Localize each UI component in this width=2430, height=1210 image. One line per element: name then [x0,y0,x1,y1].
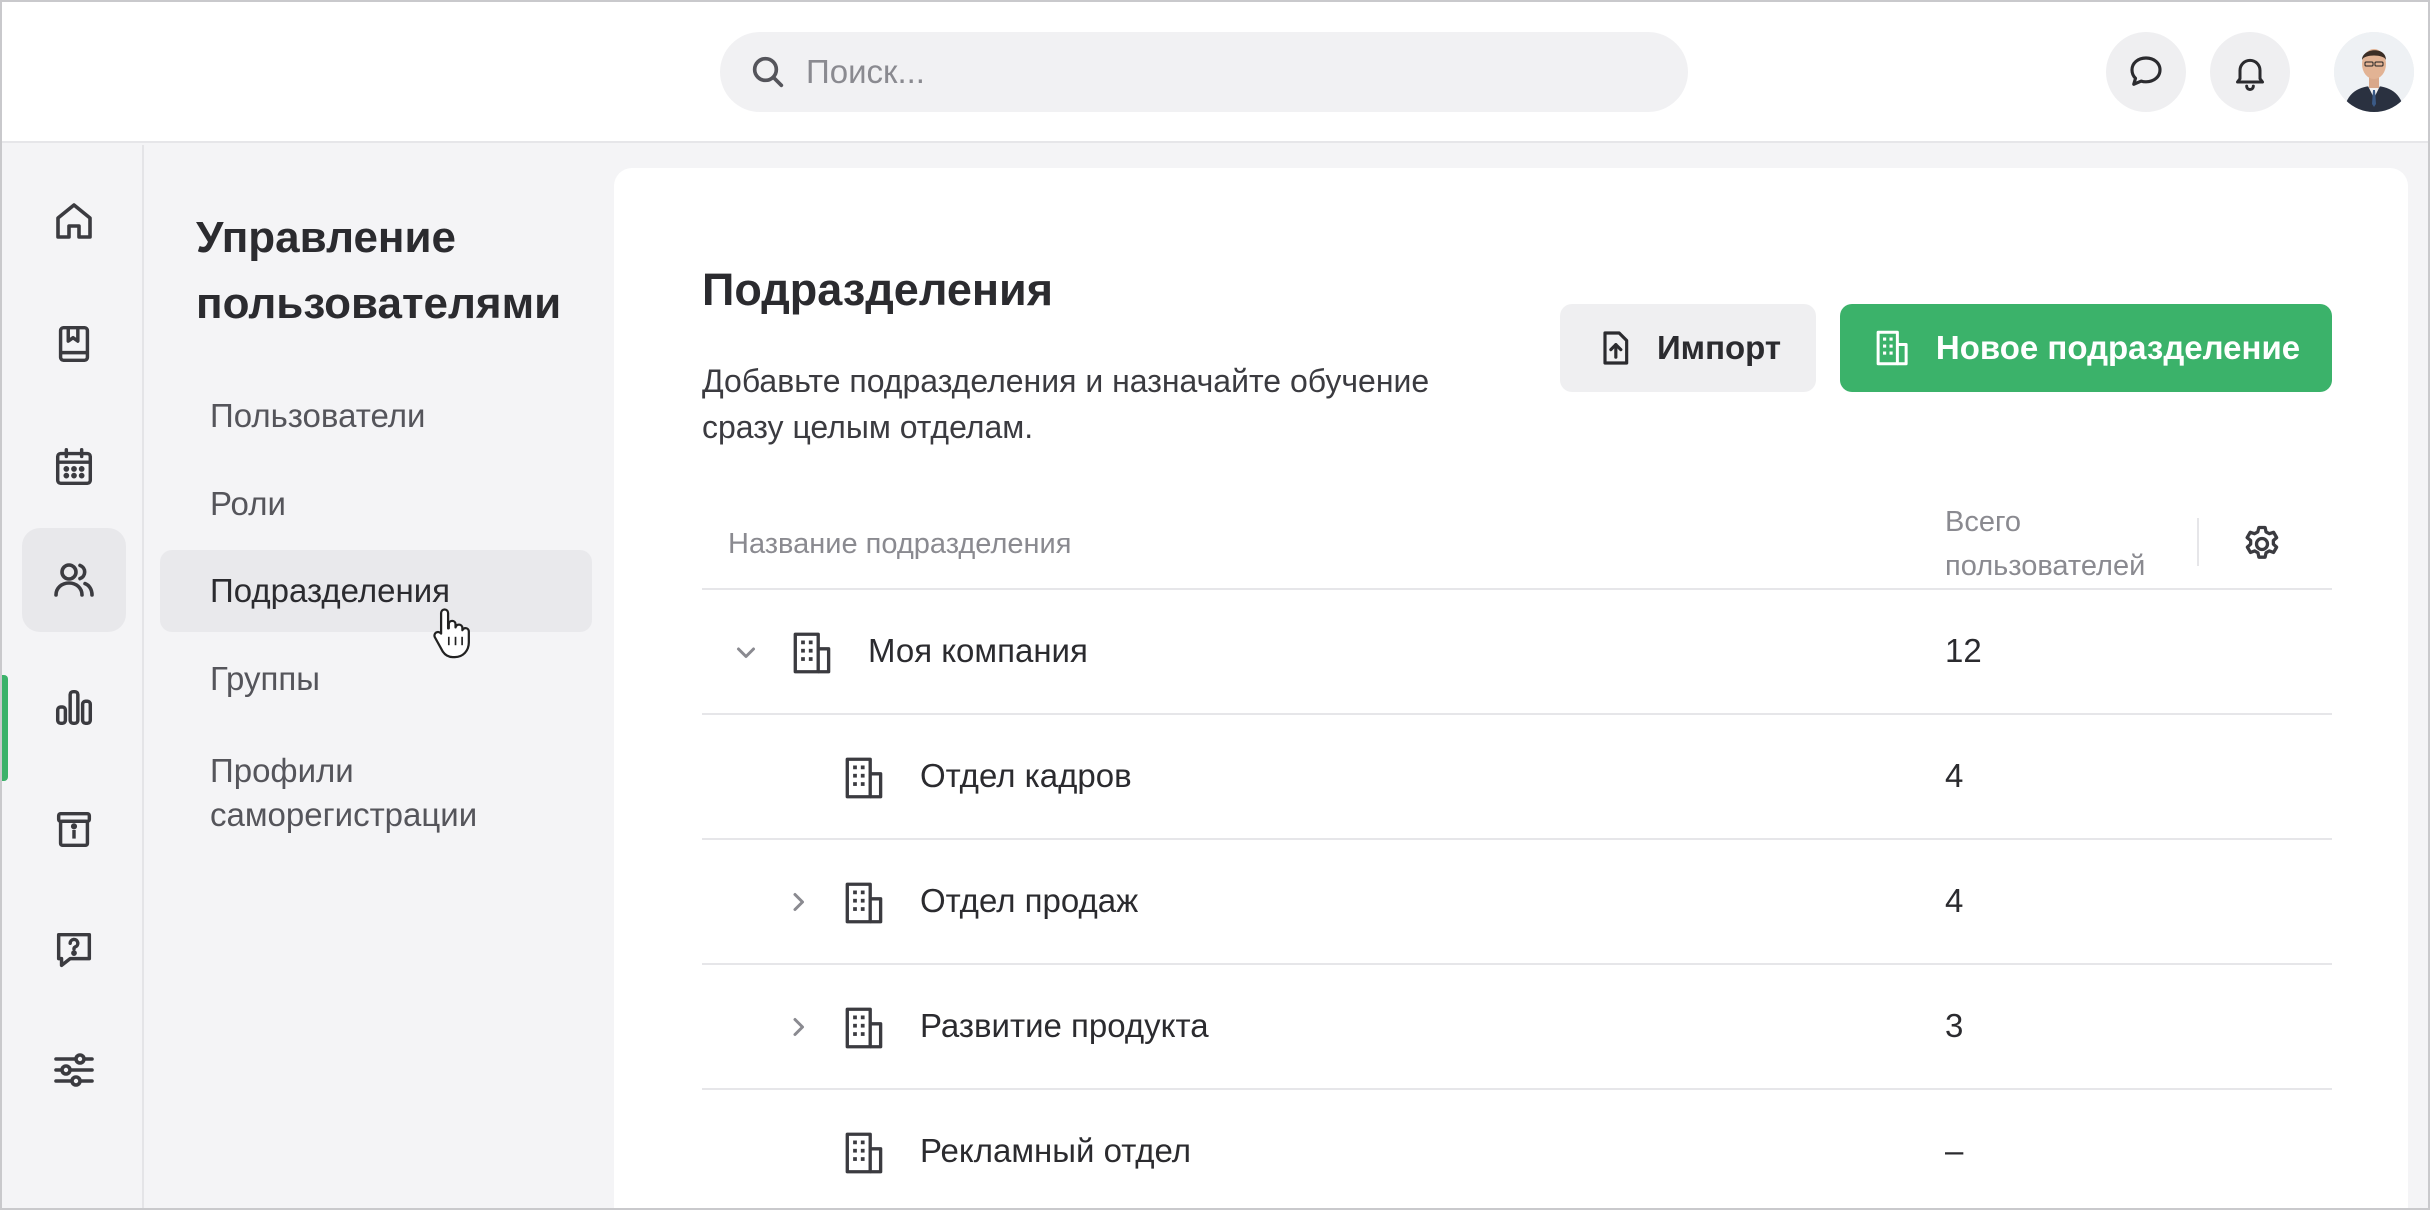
nav-item-groups[interactable]: Группы [160,638,592,720]
table-header: Название подразделения Всего пользовател… [702,498,2332,590]
new-department-button[interactable]: Новое подразделение [1840,304,2332,392]
notifications-button[interactable] [2210,32,2290,112]
department-count: 12 [1945,632,1982,669]
rail-courses[interactable] [22,292,126,396]
upload-file-icon [1603,331,1629,365]
chevron-down-icon[interactable] [728,634,764,670]
chevron-right-icon[interactable] [780,884,816,920]
department-count: 4 [1945,757,1964,794]
rail-settings[interactable] [22,1018,126,1122]
column-divider [2197,518,2199,566]
department-name: Развитие продукта [920,1007,1209,1044]
nav-item-departments[interactable]: Подразделения [160,550,592,632]
nav-item-users[interactable]: Пользователи [160,375,592,457]
column-header-count[interactable]: Всего пользователей [1945,500,2175,588]
chevron-right-icon[interactable] [780,1009,816,1045]
department-name: Отдел кадров [920,757,1132,794]
departments-table: Название подразделения Всего пользовател… [702,498,2332,1210]
nav-item-roles[interactable]: Роли [160,463,592,545]
table-row[interactable]: Рекламный отдел – [702,1090,2332,1210]
rail-home[interactable] [22,169,126,273]
chart-icon [55,689,93,726]
top-bar [0,0,2430,143]
calendar-icon [55,448,93,486]
search-icon [752,56,784,88]
page-title: Подразделения [702,264,1053,315]
nav-item-label: Роли [210,485,286,522]
book-icon [58,325,90,363]
new-department-button-label: Новое подразделение [1935,329,2301,366]
nav-item-self-registration[interactable]: Профили саморегистрации [160,743,592,839]
info-box-icon [56,811,92,848]
building-icon [845,757,883,799]
table-row[interactable]: Моя компания 12 [702,590,2332,715]
main-card: Подразделения Добавьте подразделения и н… [614,168,2408,1210]
building-icon [845,1007,883,1049]
department-name: Моя компания [868,632,1088,669]
rail-calendar[interactable] [22,415,126,519]
table-row[interactable]: Отдел продаж 4 [702,840,2332,965]
import-button-label: Импорт [1656,329,1782,366]
gear-icon[interactable] [2240,522,2284,566]
department-count: – [1945,1132,1964,1169]
nav-item-label: Пользователи [210,397,426,434]
nav-item-label: Профили саморегистрации [210,752,478,833]
avatar[interactable] [2334,32,2414,112]
table-row[interactable]: Развитие продукта 3 [702,965,2332,1090]
page-description: Добавьте подразделения и назначайте обуч… [702,363,1430,445]
building-icon [793,632,831,674]
user-photo-icon [2334,32,2414,112]
hand-cursor-icon [433,608,470,659]
department-name: Отдел продаж [920,882,1139,919]
chat-icon [2130,56,2162,86]
bell-icon [2236,58,2264,91]
building-icon [845,1132,883,1174]
help-chat-icon [56,932,92,968]
import-button[interactable]: Импорт [1560,304,1816,392]
department-name: Рекламный отдел [920,1132,1191,1169]
nav-item-label: Подразделения [210,572,450,609]
rail-analytics[interactable] [22,655,126,759]
sliders-icon [54,1053,94,1087]
department-count: 4 [1945,882,1964,919]
section-nav: Управление пользователями Пользователи Р… [146,145,606,1210]
search-bar[interactable] [720,32,1688,112]
nav-item-label: Группы [210,660,320,697]
home-icon [56,203,92,239]
users-icon [54,563,94,597]
table-row[interactable]: Отдел кадров 4 [702,715,2332,840]
building-icon [1876,330,1908,366]
building-icon [845,882,883,924]
rail-help[interactable] [22,898,126,1002]
column-header-name[interactable]: Название подразделения [728,528,1071,561]
rail-active-indicator [0,675,8,781]
department-count: 3 [1945,1007,1964,1044]
section-title: Управление пользователями [196,213,562,328]
search-input[interactable] [806,53,1646,91]
rail-users[interactable] [22,528,126,632]
icon-rail [0,145,144,1210]
rail-info[interactable] [22,777,126,881]
chat-button[interactable] [2106,32,2186,112]
